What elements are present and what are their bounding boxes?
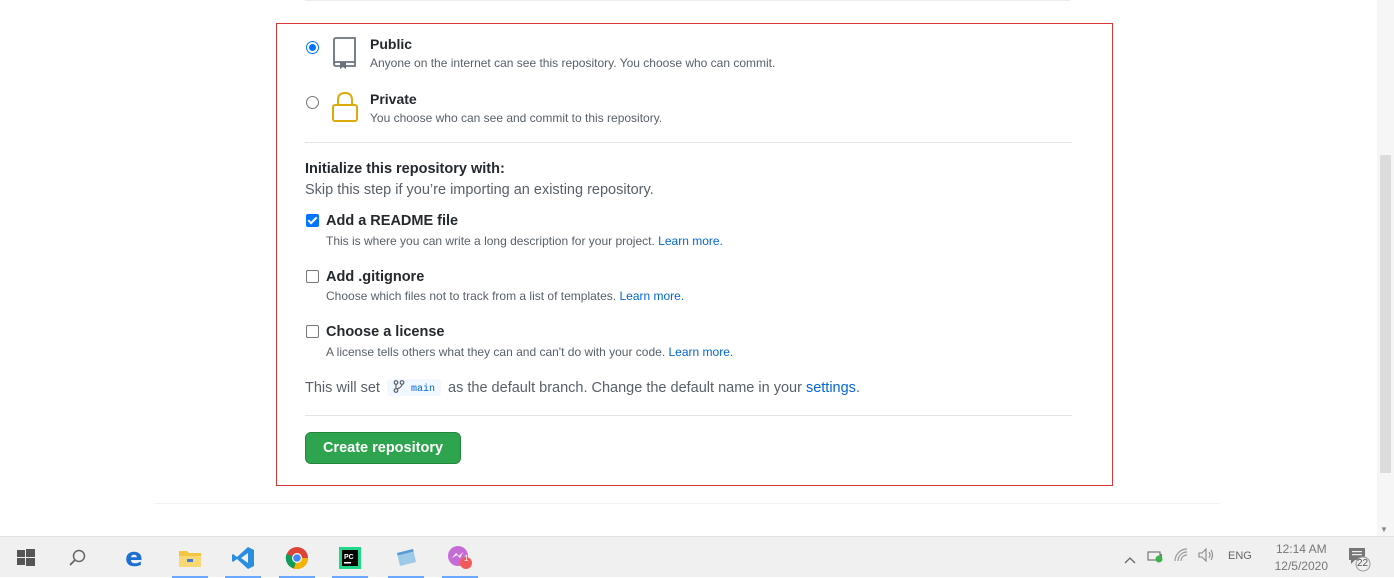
git-branch-icon xyxy=(393,380,405,393)
lock-icon xyxy=(331,91,359,127)
branch-note-prefix: This will set xyxy=(305,380,380,396)
initialize-title: Initialize this repository with: xyxy=(305,161,505,177)
public-description: Anyone on the internet can see this repo… xyxy=(370,56,776,70)
license-checkbox[interactable] xyxy=(306,325,319,338)
branch-note-suffix: . xyxy=(855,380,860,396)
license-learn-more-link[interactable]: Learn more. xyxy=(669,345,734,359)
branch-name: main xyxy=(410,384,435,395)
public-radio[interactable] xyxy=(306,41,319,54)
page-scrollbar[interactable]: ▼ xyxy=(1377,0,1394,536)
wifi-icon[interactable] xyxy=(1174,548,1190,567)
vscode-icon[interactable] xyxy=(223,537,263,578)
branch-badge: main xyxy=(386,379,441,396)
language-indicator[interactable]: ENG xyxy=(1228,550,1252,562)
notepad-icon[interactable] xyxy=(386,537,426,578)
battery-icon[interactable] xyxy=(1147,549,1165,568)
initialize-subtitle: Skip this step if you’re importing an ex… xyxy=(305,182,654,198)
clock-date: 12/5/2020 xyxy=(1274,559,1328,573)
gitignore-checkbox[interactable] xyxy=(306,270,319,283)
private-radio[interactable] xyxy=(306,96,319,109)
gitignore-learn-more-link[interactable]: Learn more. xyxy=(619,289,684,303)
scroll-down-icon[interactable]: ▼ xyxy=(1380,525,1388,534)
clock-time: 12:14 AM xyxy=(1275,542,1327,556)
private-title: Private xyxy=(370,91,417,107)
readme-checkbox[interactable] xyxy=(306,214,319,227)
submit-divider xyxy=(305,415,1072,416)
messenger-badge: 1 xyxy=(464,554,469,563)
edge-icon[interactable]: e xyxy=(114,537,154,578)
svg-text:PC: PC xyxy=(344,554,354,561)
gitignore-description: Choose which files not to track from a l… xyxy=(326,289,684,303)
pycharm-icon[interactable]: PC xyxy=(330,537,370,578)
notification-count: 22 xyxy=(1357,558,1369,569)
scrollbar-thumb[interactable] xyxy=(1380,155,1391,473)
file-explorer-icon[interactable] xyxy=(170,537,210,578)
windows-taskbar: e PC 1 ENG 12:14 AM 12/5/2020 22 xyxy=(0,536,1394,578)
readme-label[interactable]: Add a README file xyxy=(326,213,458,229)
create-repository-button[interactable]: Create repository xyxy=(305,432,461,464)
windows-start-icon[interactable] xyxy=(6,537,46,578)
readme-description: This is where you can write a long descr… xyxy=(326,234,723,248)
search-icon[interactable] xyxy=(58,537,98,578)
settings-link[interactable]: settings xyxy=(806,380,856,396)
default-branch-note: This will set main as the default branch… xyxy=(305,379,860,396)
messenger-icon[interactable]: 1 xyxy=(440,537,480,578)
license-description-text: A license tells others what they can and… xyxy=(326,345,666,359)
chrome-icon[interactable] xyxy=(277,537,317,578)
readme-description-text: This is where you can write a long descr… xyxy=(326,234,655,248)
readme-learn-more-link[interactable]: Learn more. xyxy=(658,234,723,248)
gitignore-label[interactable]: Add .gitignore xyxy=(326,269,424,285)
page-bottom-divider xyxy=(155,503,1220,504)
volume-icon[interactable] xyxy=(1198,547,1216,567)
show-hidden-icons-icon[interactable] xyxy=(1124,551,1136,569)
license-description: A license tells others what they can and… xyxy=(326,345,733,359)
repo-book-icon xyxy=(331,37,357,74)
private-description: You choose who can see and commit to thi… xyxy=(370,111,663,125)
top-divider xyxy=(305,0,1070,1)
taskbar-clock[interactable]: 12:14 AM 12/5/2020 xyxy=(1275,541,1328,575)
section-divider xyxy=(305,142,1072,143)
gitignore-description-text: Choose which files not to track from a l… xyxy=(326,289,617,303)
public-title: Public xyxy=(370,36,413,52)
license-label[interactable]: Choose a license xyxy=(326,324,444,340)
notification-center-icon[interactable]: 22 xyxy=(1347,546,1373,577)
branch-note-middle: as the default branch. Change the defaul… xyxy=(448,380,802,396)
